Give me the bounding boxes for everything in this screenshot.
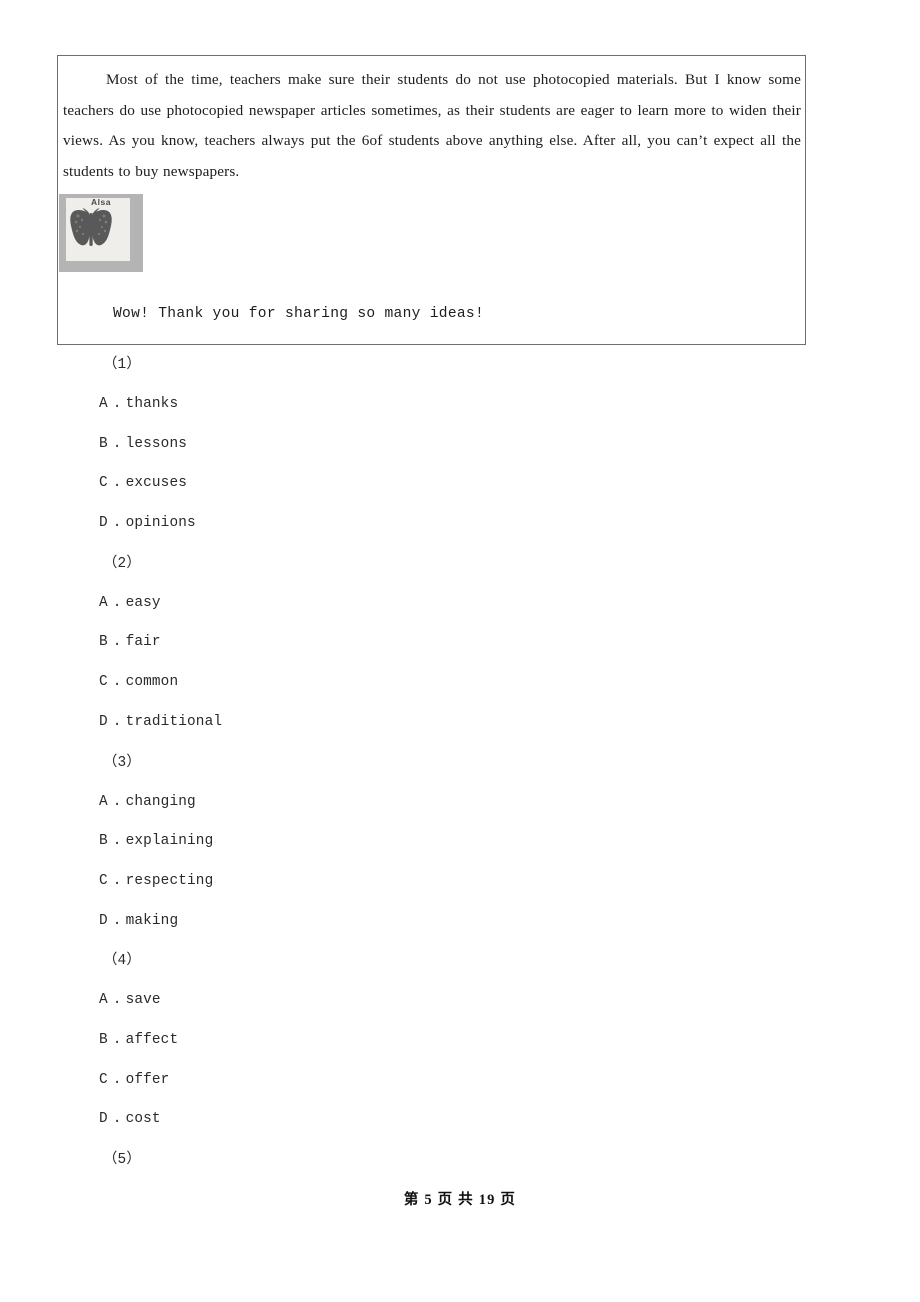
option-b[interactable]: B. lessons <box>0 425 920 465</box>
question-number: （2） <box>103 555 141 572</box>
option-separator: . <box>112 435 122 452</box>
option-letter: A <box>99 594 108 611</box>
option-a[interactable]: A. easy <box>0 584 920 624</box>
option-text: thanks <box>125 396 179 412</box>
option-text: easy <box>125 594 161 611</box>
question-2: （2） A. easy B. fair C. common D. traditional <box>0 544 920 743</box>
option-letter: B <box>99 634 108 651</box>
option-separator: . <box>112 833 122 850</box>
option-text: explaining <box>125 833 214 850</box>
option-letter: A <box>99 793 108 810</box>
question-4: （4） A. save B. affect C. offer D. cost <box>0 941 920 1140</box>
option-separator: . <box>112 1031 122 1048</box>
page-footer: 第 5 页 共 19 页 <box>403 1192 517 1208</box>
option-letter: C <box>99 872 108 889</box>
option-b[interactable]: B. affect <box>0 1021 920 1061</box>
option-c[interactable]: C. excuses <box>0 464 920 504</box>
option-separator: . <box>112 594 122 611</box>
option-separator: . <box>112 396 122 412</box>
option-text: affect <box>125 1031 179 1048</box>
option-separator: . <box>112 674 122 691</box>
option-separator: . <box>112 475 122 492</box>
option-text: common <box>125 674 179 691</box>
option-text: making <box>125 912 179 929</box>
question-3: （3） A. changing B. explaining C. respecting… <box>0 743 920 942</box>
option-letter: B <box>99 435 108 452</box>
option-text: opinions <box>125 515 196 532</box>
option-a[interactable]: A. changing <box>0 783 920 823</box>
option-separator: . <box>112 912 122 929</box>
question-5: （5） <box>0 1140 920 1180</box>
option-d[interactable]: D. cost <box>0 1100 920 1140</box>
option-letter: C <box>99 475 108 492</box>
option-text: offer <box>125 1071 170 1088</box>
option-separator: . <box>112 1111 122 1128</box>
option-d[interactable]: D. opinions <box>0 504 920 544</box>
passage-closing-line: Wow! Thank you for sharing so many ideas… <box>113 306 485 322</box>
option-separator: . <box>112 992 122 1009</box>
option-separator: . <box>112 515 122 532</box>
paragraph-text: Most of the time, teachers make sure the… <box>63 71 801 180</box>
question-number: （3） <box>103 754 141 771</box>
option-letter: A <box>99 992 108 1009</box>
questions-list: （1） A. thanks B. lessons C. excuses D. opini… <box>0 345 920 1180</box>
option-letter: D <box>99 713 108 730</box>
option-text: excuses <box>125 475 188 492</box>
option-d[interactable]: D. making <box>0 902 920 942</box>
question-number: （4） <box>103 953 141 970</box>
passage-figure: Alsa <box>58 194 143 272</box>
option-separator: . <box>112 793 122 810</box>
option-text: traditional <box>125 713 223 730</box>
question-number: （1） <box>103 357 141 373</box>
option-text: save <box>125 992 161 1009</box>
option-separator: . <box>112 634 122 651</box>
option-a[interactable]: A. thanks <box>0 385 920 425</box>
option-b[interactable]: B. fair <box>0 623 920 663</box>
option-letter: B <box>99 1031 108 1048</box>
option-c[interactable]: C. respecting <box>0 862 920 902</box>
option-text: cost <box>125 1111 161 1128</box>
butterfly-icon <box>70 208 112 246</box>
option-d[interactable]: D. traditional <box>0 703 920 743</box>
option-letter: A <box>99 396 108 412</box>
passage-box: Most of the time, teachers make sure the… <box>57 55 806 345</box>
option-letter: C <box>99 1071 108 1088</box>
question-1: （1） A. thanks B. lessons C. excuses D. opini… <box>0 345 920 544</box>
figure-label: Alsa <box>91 197 111 207</box>
butterfly-image-frame: Alsa <box>59 194 143 272</box>
option-letter: D <box>99 515 108 532</box>
option-separator: . <box>112 872 122 889</box>
option-separator: . <box>112 713 122 730</box>
option-letter: B <box>99 833 108 850</box>
option-letter: D <box>99 1111 108 1128</box>
option-letter: D <box>99 912 108 929</box>
option-text: lessons <box>125 435 188 452</box>
option-c[interactable]: C. common <box>0 663 920 703</box>
option-text: changing <box>125 793 196 810</box>
option-text: fair <box>125 634 161 651</box>
option-text: respecting <box>125 872 214 889</box>
option-c[interactable]: C. offer <box>0 1061 920 1101</box>
option-b[interactable]: B. explaining <box>0 822 920 862</box>
option-separator: . <box>112 1071 122 1088</box>
option-a[interactable]: A. save <box>0 981 920 1021</box>
option-letter: C <box>99 674 108 691</box>
question-number: （5） <box>103 1152 141 1168</box>
passage-paragraph: Most of the time, teachers make sure the… <box>58 56 805 187</box>
